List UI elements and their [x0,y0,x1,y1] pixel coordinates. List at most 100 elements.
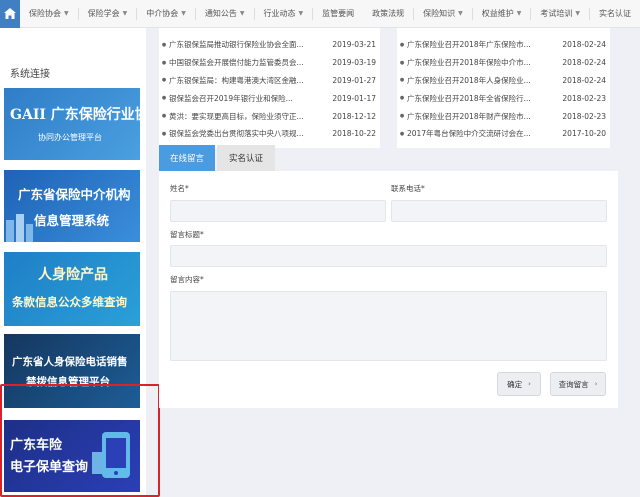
bullet-icon: ● [161,95,167,102]
nav-item-policies[interactable]: 政策法规 [363,0,413,28]
query-label: 查询留言 [558,379,589,389]
bullet-icon: ● [399,95,405,102]
news-item[interactable]: ● 2017年粤台保险中介交流研讨会在... 2017-10-20 [397,125,610,143]
nav-item-industry-news[interactable]: 行业动态 ▼ [255,0,313,28]
banner-intermediary-system[interactable]: 广东省保险中介机构 信息管理系统 [4,170,140,242]
nav-item-insurance-association[interactable]: 保险协会 ▼ [20,0,78,28]
content-textarea[interactable] [170,291,607,361]
chevron-down-icon: ▼ [458,10,463,17]
news-title: 广东保险业召开2018年人身保险业... [407,75,531,85]
news-date: 2018-12-12 [332,111,376,121]
nav-item-rights-protection[interactable]: 权益维护 ▼ [473,0,531,28]
banner-title: 广东省人身保险电话销售 [12,356,128,368]
news-item[interactable]: ● 广东保险业召开2018年财产保险市... 2018-02-23 [397,107,610,125]
bullet-icon: ● [161,59,167,66]
bullet-icon: ● [399,41,405,48]
bullet-icon: ● [161,77,167,84]
news-list: ● 广东银保监局推动银行保险业协会全面... 2019-03-21 ● 中国银保监会开… [159,28,380,143]
bullet-icon: ● [399,130,405,137]
news-item[interactable]: ● 广东保险业召开2018年保险中介市... 2018-02-24 [397,54,610,72]
news-panel-regulatory: ● 广东银保监局推动银行保险业协会全面... 2019-03-21 ● 中国银保监会开… [159,28,380,148]
news-title: 银保监会党委出台贯彻落实中央八项规... [169,129,304,139]
news-title: 中国银保监会开展偿付能力监管委员会... [169,58,304,68]
bullet-icon: ● [399,113,405,120]
chevron-down-icon: ▼ [516,10,522,17]
news-title: 银保监会召开2019年银行业和保险... [169,93,293,103]
news-item[interactable]: ● 银保监会召开2019年银行业和保险... 2019-01-17 [159,89,380,107]
news-item[interactable]: ● 广东银保监局：构建粤港澳大湾区金融... 2019-01-27 [159,72,380,90]
news-date: 2018-02-24 [562,58,606,68]
bullet-icon: ● [161,41,167,48]
name-label: 姓名* [170,184,189,193]
nav-item-insurance-knowledge[interactable]: 保险知识 ▼ [414,0,472,28]
banner-subtitle: 协同办公管理平台 [38,133,102,142]
tab-online-message[interactable]: 在线留言 [159,145,215,171]
chevron-right-icon: › [594,380,598,388]
news-date: 2018-02-24 [562,75,606,85]
chevron-down-icon: ▼ [239,10,245,17]
news-date: 2019-01-17 [332,93,376,103]
news-item[interactable]: ● 广东保险业召开2018年全省保险行... 2018-02-23 [397,89,610,107]
nav-item-regulatory-news[interactable]: 监管要闻 [313,0,363,28]
bullet-icon: ● [161,130,167,137]
news-list: ● 广东保险业召开2018年广东保险市... 2018-02-24 ● 广东保险业召开… [397,28,610,143]
banner-title: 广东省保险中介机构 [18,187,131,202]
home-icon [4,8,16,19]
chevron-down-icon: ▼ [122,10,128,17]
confirm-label: 确定 [507,379,523,389]
news-title: 广东保险业召开2018年全省保险行... [407,93,531,103]
news-item[interactable]: ● 中国银保监会开展偿付能力监管委员会... 2019-03-19 [159,54,380,72]
news-title: 广东保险业召开2018年财产保险市... [407,111,531,121]
nav-item-insurance-society[interactable]: 保险学会 ▼ [79,0,137,28]
chevron-down-icon: ▼ [181,10,186,17]
chevron-down-icon: ▼ [575,10,580,17]
news-item[interactable]: ● 银保监会党委出台贯彻落实中央八项规... 2018-10-22 [159,125,380,143]
banner-title: 人身险产品 [38,267,108,283]
subject-field[interactable] [170,245,607,267]
phone-label: 联系电话* [391,184,425,193]
news-item[interactable]: ● 广东保险业召开2018年广东保险市... 2018-02-24 [397,36,610,54]
news-item[interactable]: ● 黄洪：要实现更高目标，保险业须守正... 2018-12-12 [159,107,380,125]
news-item[interactable]: ● 广东保险业召开2018年人身保险业... 2018-02-24 [397,72,610,90]
chevron-down-icon: ▼ [64,10,69,17]
nav-item-exam-training[interactable]: 考试培训 ▼ [531,0,589,28]
form-tabs: 在线留言 实名认证 [159,145,275,171]
chevron-down-icon: ▼ [298,10,304,17]
building-icon [6,214,33,242]
content-label: 留言内容* [170,275,204,284]
highlight-frame [0,384,160,497]
news-title: 2017年粤台保险中介交流研讨会在... [407,129,531,139]
message-form: 姓名* 联系电话* 留言标题* 留言内容* 确定 › 查询留言 › [159,171,618,408]
news-date: 2018-10-22 [332,129,376,139]
query-messages-button[interactable]: 查询留言 › [550,372,606,396]
banner-office-platform[interactable]: GAII 广东保险行业协会 协同办公管理平台 [4,88,140,160]
nav-item-intermediary-association[interactable]: 中介协会 ▼ [137,0,195,28]
chevron-right-icon: › [528,380,531,388]
phone-field[interactable] [391,200,607,222]
news-date: 2018-02-23 [562,111,606,121]
news-date: 2018-02-23 [562,93,606,103]
news-date: 2017-10-20 [562,129,606,139]
banner-subtitle: 条款信息公众多维查询 [12,295,127,309]
nav-item-announcements[interactable]: 通知公告 ▼ [196,0,254,28]
home-button[interactable] [0,0,20,28]
news-item[interactable]: ● 广东银保监局推动银行保险业协会全面... 2019-03-21 [159,36,380,54]
news-date: 2019-03-21 [332,40,376,50]
tab-real-name-auth[interactable]: 实名认证 [217,145,275,171]
top-navigation: 保险协会 ▼ 保险学会 ▼ 中介协会 ▼ 通知公告 ▼ 行业动态 ▼ 监管要闻 政策法规 … [0,0,640,28]
news-title: 广东保险业召开2018年广东保险市... [407,40,531,50]
subject-label: 留言标题* [170,230,204,239]
bullet-icon: ● [399,59,405,66]
news-date: 2018-02-24 [562,40,606,50]
news-date: 2019-01-27 [332,75,376,85]
sidebar-title: 系统连接 [10,69,50,80]
news-title: 广东银保监局：构建粤港澳大湾区金融... [169,75,304,85]
news-title: 黄洪：要实现更高目标，保险业须守正... [169,111,304,121]
banner-subtitle: 信息管理系统 [34,213,110,228]
name-field[interactable] [170,200,386,222]
bullet-icon: ● [161,113,167,120]
news-title: 广东银保监局推动银行保险业协会全面... [169,40,304,50]
confirm-button[interactable]: 确定 › [497,372,541,396]
nav-item-real-name-auth[interactable]: 实名认证 [590,0,640,28]
banner-life-products[interactable]: 人身险产品 条款信息公众多维查询 [4,252,140,326]
